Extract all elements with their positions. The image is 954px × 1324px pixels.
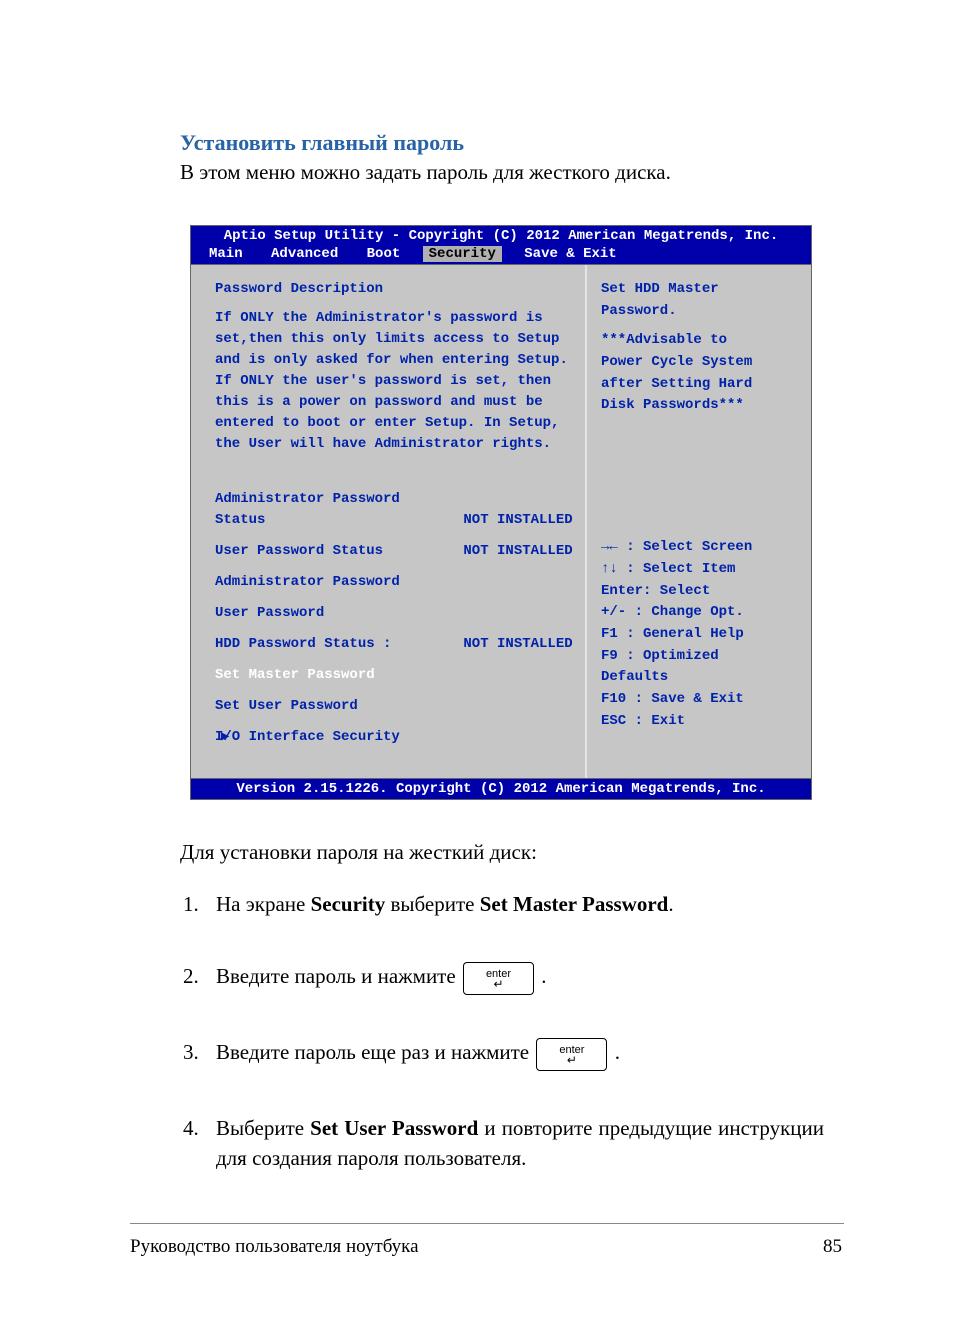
bios-desc-line: and is only asked for when entering Setu… xyxy=(215,350,585,371)
bios-desc-line: the User will have Administrator rights. xyxy=(215,434,585,455)
instruction-list: На экране Security выберите Set Master P… xyxy=(180,889,824,1174)
section-title: Установить главный пароль xyxy=(180,130,824,156)
bios-nav-line: +/- : Change Opt. xyxy=(601,602,801,624)
footer-doc-title: Руководство пользователя ноутбука xyxy=(130,1236,419,1258)
bios-io-interface-item[interactable]: ▶ I/O Interface Security xyxy=(215,727,585,748)
bios-nav-line: Enter: Select xyxy=(601,581,801,603)
bios-desc-line: entered to boot or enter Setup. In Setup… xyxy=(215,413,585,434)
bios-admin-pw-item[interactable]: Administrator Password xyxy=(215,572,585,593)
bios-help-line: ***Advisable to xyxy=(601,330,801,352)
bios-user-pw-item[interactable]: User Password xyxy=(215,603,585,624)
bios-tab-main[interactable]: Main xyxy=(203,246,249,262)
bios-nav-line: F10 : Save & Exit xyxy=(601,689,801,711)
bios-desc-line: set,then this only limits access to Setu… xyxy=(215,329,585,350)
bios-footer: Version 2.15.1226. Copyright (C) 2012 Am… xyxy=(191,778,811,799)
triangle-right-icon: ▶ xyxy=(221,727,229,748)
bios-desc-line: this is a power on password and must be xyxy=(215,392,585,413)
enter-key-icon: enter ↵ xyxy=(536,1038,607,1071)
footer-rule xyxy=(130,1223,844,1224)
bios-nav-line: ESC : Exit xyxy=(601,711,801,733)
bios-nav-line: →← : Select Screen xyxy=(601,537,801,559)
bios-tab-save-exit[interactable]: Save & Exit xyxy=(518,246,622,262)
instructions-subhead: Для установки пароля на жесткий диск: xyxy=(180,840,824,865)
bios-help-line: Password. xyxy=(601,301,801,323)
bios-help-panel: Set HDD Master Password. ***Advisable to… xyxy=(585,265,811,778)
bios-set-master-password-item[interactable]: Set Master Password xyxy=(215,665,585,686)
bios-set-user-password-item[interactable]: Set User Password xyxy=(215,696,585,717)
bios-tab-boot[interactable]: Boot xyxy=(361,246,407,262)
bios-screenshot: Aptio Setup Utility - Copyright (C) 2012… xyxy=(190,225,812,800)
bios-nav-line: F1 : General Help xyxy=(601,624,801,646)
bios-help-line: Disk Passwords*** xyxy=(601,395,801,417)
step-1: На экране Security выберите Set Master P… xyxy=(204,889,824,919)
bios-nav-line: F9 : Optimized xyxy=(601,646,801,668)
step-2: Введите пароль и нажмите enter ↵ . xyxy=(204,961,824,995)
bios-tab-advanced[interactable]: Advanced xyxy=(265,246,344,262)
bios-nav-line: ↑↓ : Select Item xyxy=(601,559,801,581)
intro-paragraph: В этом меню можно задать пароль для жест… xyxy=(180,160,824,185)
bios-title-bar: Aptio Setup Utility - Copyright (C) 2012… xyxy=(191,226,811,244)
bios-desc-line: If ONLY the Administrator's password is xyxy=(215,308,585,329)
bios-menu-bar: Main Advanced Boot Security Save & Exit xyxy=(191,244,811,264)
bios-user-pw-status: User Password Status NOT INSTALLED xyxy=(215,541,585,562)
bios-help-line: after Setting Hard xyxy=(601,374,801,396)
bios-password-description-header: Password Description xyxy=(215,279,585,300)
bios-nav-line: Defaults xyxy=(601,667,801,689)
enter-key-icon: enter ↵ xyxy=(463,962,534,995)
bios-desc-line: If ONLY the user's password is set, then xyxy=(215,371,585,392)
step-3: Введите пароль еще раз и нажмите enter ↵… xyxy=(204,1037,824,1071)
bios-main-panel: Password Description If ONLY the Adminis… xyxy=(191,265,585,778)
bios-tab-security[interactable]: Security xyxy=(423,246,502,262)
bios-help-line: Power Cycle System xyxy=(601,352,801,374)
bios-hdd-pw-status: HDD Password Status : NOT INSTALLED xyxy=(215,634,585,655)
step-4: Выберите Set User Password и повторите п… xyxy=(204,1113,824,1174)
footer-page-number: 85 xyxy=(823,1236,842,1258)
bios-admin-pw-status: Administrator Password Status NOT INSTAL… xyxy=(215,489,585,531)
bios-help-line: Set HDD Master xyxy=(601,279,801,301)
